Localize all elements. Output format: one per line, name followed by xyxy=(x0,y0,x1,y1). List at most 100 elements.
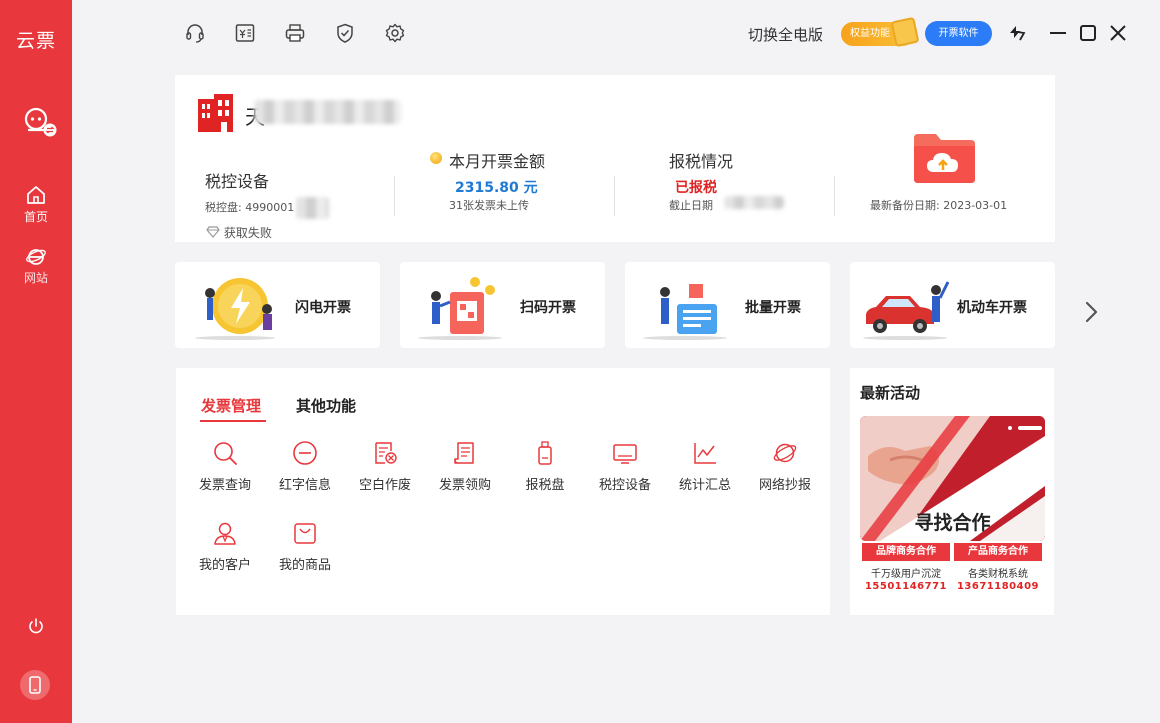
func-label: 空白作废 xyxy=(358,478,411,493)
quick-scan-invoice[interactable]: 扫码开票 xyxy=(400,262,605,348)
gear-icon[interactable] xyxy=(384,22,406,44)
func-label: 发票领购 xyxy=(438,478,491,493)
brand-cooperation-desc: 千万级用户沉淀 xyxy=(871,569,941,580)
minimize-icon xyxy=(1050,32,1066,34)
func-label: 红字信息 xyxy=(278,478,331,493)
maximize-icon xyxy=(1080,25,1096,41)
sidebar-item-label: 网站 xyxy=(23,271,48,285)
lightning-illustration-icon xyxy=(195,278,275,340)
sidebar: 云票 首页 网站 xyxy=(0,0,72,723)
ie-browser-icon xyxy=(26,249,46,265)
batch-document-illustration-icon xyxy=(643,284,727,340)
quick-action-label: 闪电开票 xyxy=(295,300,351,316)
minimize-button[interactable] xyxy=(1048,23,1068,43)
transfer-icon[interactable] xyxy=(1007,23,1027,43)
function-panel: 发票管理 其他功能 发票查询 红字信息 空白作废 发票领购 报税盘 税控设备 统… xyxy=(176,368,830,615)
device-status[interactable]: 获取失败 xyxy=(206,224,272,241)
func-statistics[interactable]: 统计汇总 xyxy=(670,440,740,493)
invoice-icon[interactable] xyxy=(234,22,256,44)
invoice-software-button[interactable]: 开票软件 xyxy=(925,21,992,46)
car-illustration-icon xyxy=(863,281,950,340)
user-icon xyxy=(214,522,236,545)
func-label: 我的商品 xyxy=(278,558,331,573)
divider xyxy=(614,176,615,216)
backup-date: 最新备份日期: 2023-03-01 xyxy=(870,199,1008,212)
minus-circle-icon xyxy=(293,441,317,465)
device-title: 税控设备 xyxy=(205,172,270,191)
product-cooperation-desc: 各类财税系统 xyxy=(968,569,1028,580)
power-icon[interactable] xyxy=(26,616,46,636)
func-invoice-query[interactable]: 发票查询 xyxy=(190,440,260,493)
shield-icon[interactable] xyxy=(334,22,356,44)
invoice-month-title: 本月开票金额 xyxy=(449,152,546,171)
close-icon xyxy=(1110,25,1126,41)
promo-title: 最新活动 xyxy=(860,384,921,402)
func-label: 报税盘 xyxy=(525,478,565,493)
mobile-button[interactable] xyxy=(20,670,50,700)
active-tab-indicator xyxy=(200,420,266,422)
quick-batch-invoice[interactable]: 批量开票 xyxy=(625,262,830,348)
device-disk-label: 税控盘: 4990001 xyxy=(205,201,295,214)
maximize-button[interactable] xyxy=(1078,23,1098,43)
home-icon xyxy=(27,186,45,204)
chevron-right-icon[interactable] xyxy=(1082,300,1102,324)
quick-action-label: 批量开票 xyxy=(745,300,801,316)
receipt-icon xyxy=(454,442,474,464)
quick-flash-invoice[interactable]: 闪电开票 xyxy=(175,262,380,348)
company-building-icon xyxy=(197,93,234,133)
tax-title: 报税情况 xyxy=(669,152,734,171)
sidebar-item-website[interactable]: 网站 xyxy=(0,245,72,286)
switch-full-electronic-link[interactable]: 切换全电版 xyxy=(748,24,823,45)
brand-cooperation-button[interactable]: 品牌商务合作 xyxy=(862,543,950,561)
func-label: 网络抄报 xyxy=(758,478,811,493)
tax-status: 已报税 xyxy=(675,180,717,196)
tab-other-functions[interactable]: 其他功能 xyxy=(296,395,356,416)
func-red-letter-info[interactable]: 红字信息 xyxy=(270,440,340,493)
device-status-text: 获取失败 xyxy=(223,226,272,240)
promo-panel: 最新活动 寻找合作 品牌商务合作 产品商务合作 千万级用户沉淀 各类财税系统 1… xyxy=(850,368,1054,615)
func-tax-disk[interactable]: 报税盘 xyxy=(510,440,580,493)
func-invoice-purchase[interactable]: 发票领购 xyxy=(430,440,500,493)
qr-scan-illustration-icon xyxy=(418,277,502,340)
close-button[interactable] xyxy=(1108,23,1128,43)
func-my-products[interactable]: 我的商品 xyxy=(270,520,340,573)
redacted-disk-number xyxy=(296,197,329,219)
quick-vehicle-invoice[interactable]: 机动车开票 xyxy=(850,262,1055,348)
headset-icon[interactable] xyxy=(184,22,206,44)
promo-banner-title: 寻找合作 xyxy=(914,512,991,534)
app-logo: 云票 xyxy=(15,30,56,52)
func-tax-device[interactable]: 税控设备 xyxy=(590,440,660,493)
func-label: 我的客户 xyxy=(198,558,251,573)
printer-icon[interactable] xyxy=(284,22,306,44)
search-icon xyxy=(214,442,237,465)
func-label: 发票查询 xyxy=(198,478,251,493)
product-cooperation-button[interactable]: 产品商务合作 xyxy=(954,543,1042,561)
func-my-customers[interactable]: 我的客户 xyxy=(190,520,260,573)
invoice-upload-note[interactable]: 31张发票未上传 xyxy=(449,197,529,213)
quick-action-label: 扫码开票 xyxy=(520,300,576,316)
divider xyxy=(834,176,835,216)
gift-icon xyxy=(890,16,920,48)
account-switch-icon[interactable] xyxy=(20,104,60,140)
phone-icon xyxy=(29,676,41,694)
globe-icon xyxy=(773,443,797,463)
tab-invoice-management[interactable]: 发票管理 xyxy=(201,395,261,416)
func-label: 统计汇总 xyxy=(678,478,731,493)
invoice-month-amount: 2315.80 元 xyxy=(455,180,538,196)
divider xyxy=(394,176,395,216)
cloud-backup-icon[interactable] xyxy=(912,132,977,184)
rights-button[interactable]: 权益功能 xyxy=(841,16,920,48)
brand-cooperation-phone: 15501146771 xyxy=(864,581,948,592)
redacted-company-name xyxy=(254,100,401,124)
quick-action-label: 机动车开票 xyxy=(957,300,1027,316)
coin-icon xyxy=(430,152,442,164)
func-network-report[interactable]: 网络抄报 xyxy=(750,440,820,493)
func-label: 税控设备 xyxy=(598,478,651,493)
func-blank-void[interactable]: 空白作废 xyxy=(350,440,420,493)
diamond-icon xyxy=(206,226,220,238)
rights-label: 权益功能 xyxy=(850,28,890,39)
redacted-deadline-date xyxy=(724,196,784,209)
sidebar-item-home[interactable]: 首页 xyxy=(0,184,72,225)
promo-banner[interactable]: 寻找合作 xyxy=(860,416,1045,541)
tax-deadline-label: 截止日期 xyxy=(669,199,713,212)
